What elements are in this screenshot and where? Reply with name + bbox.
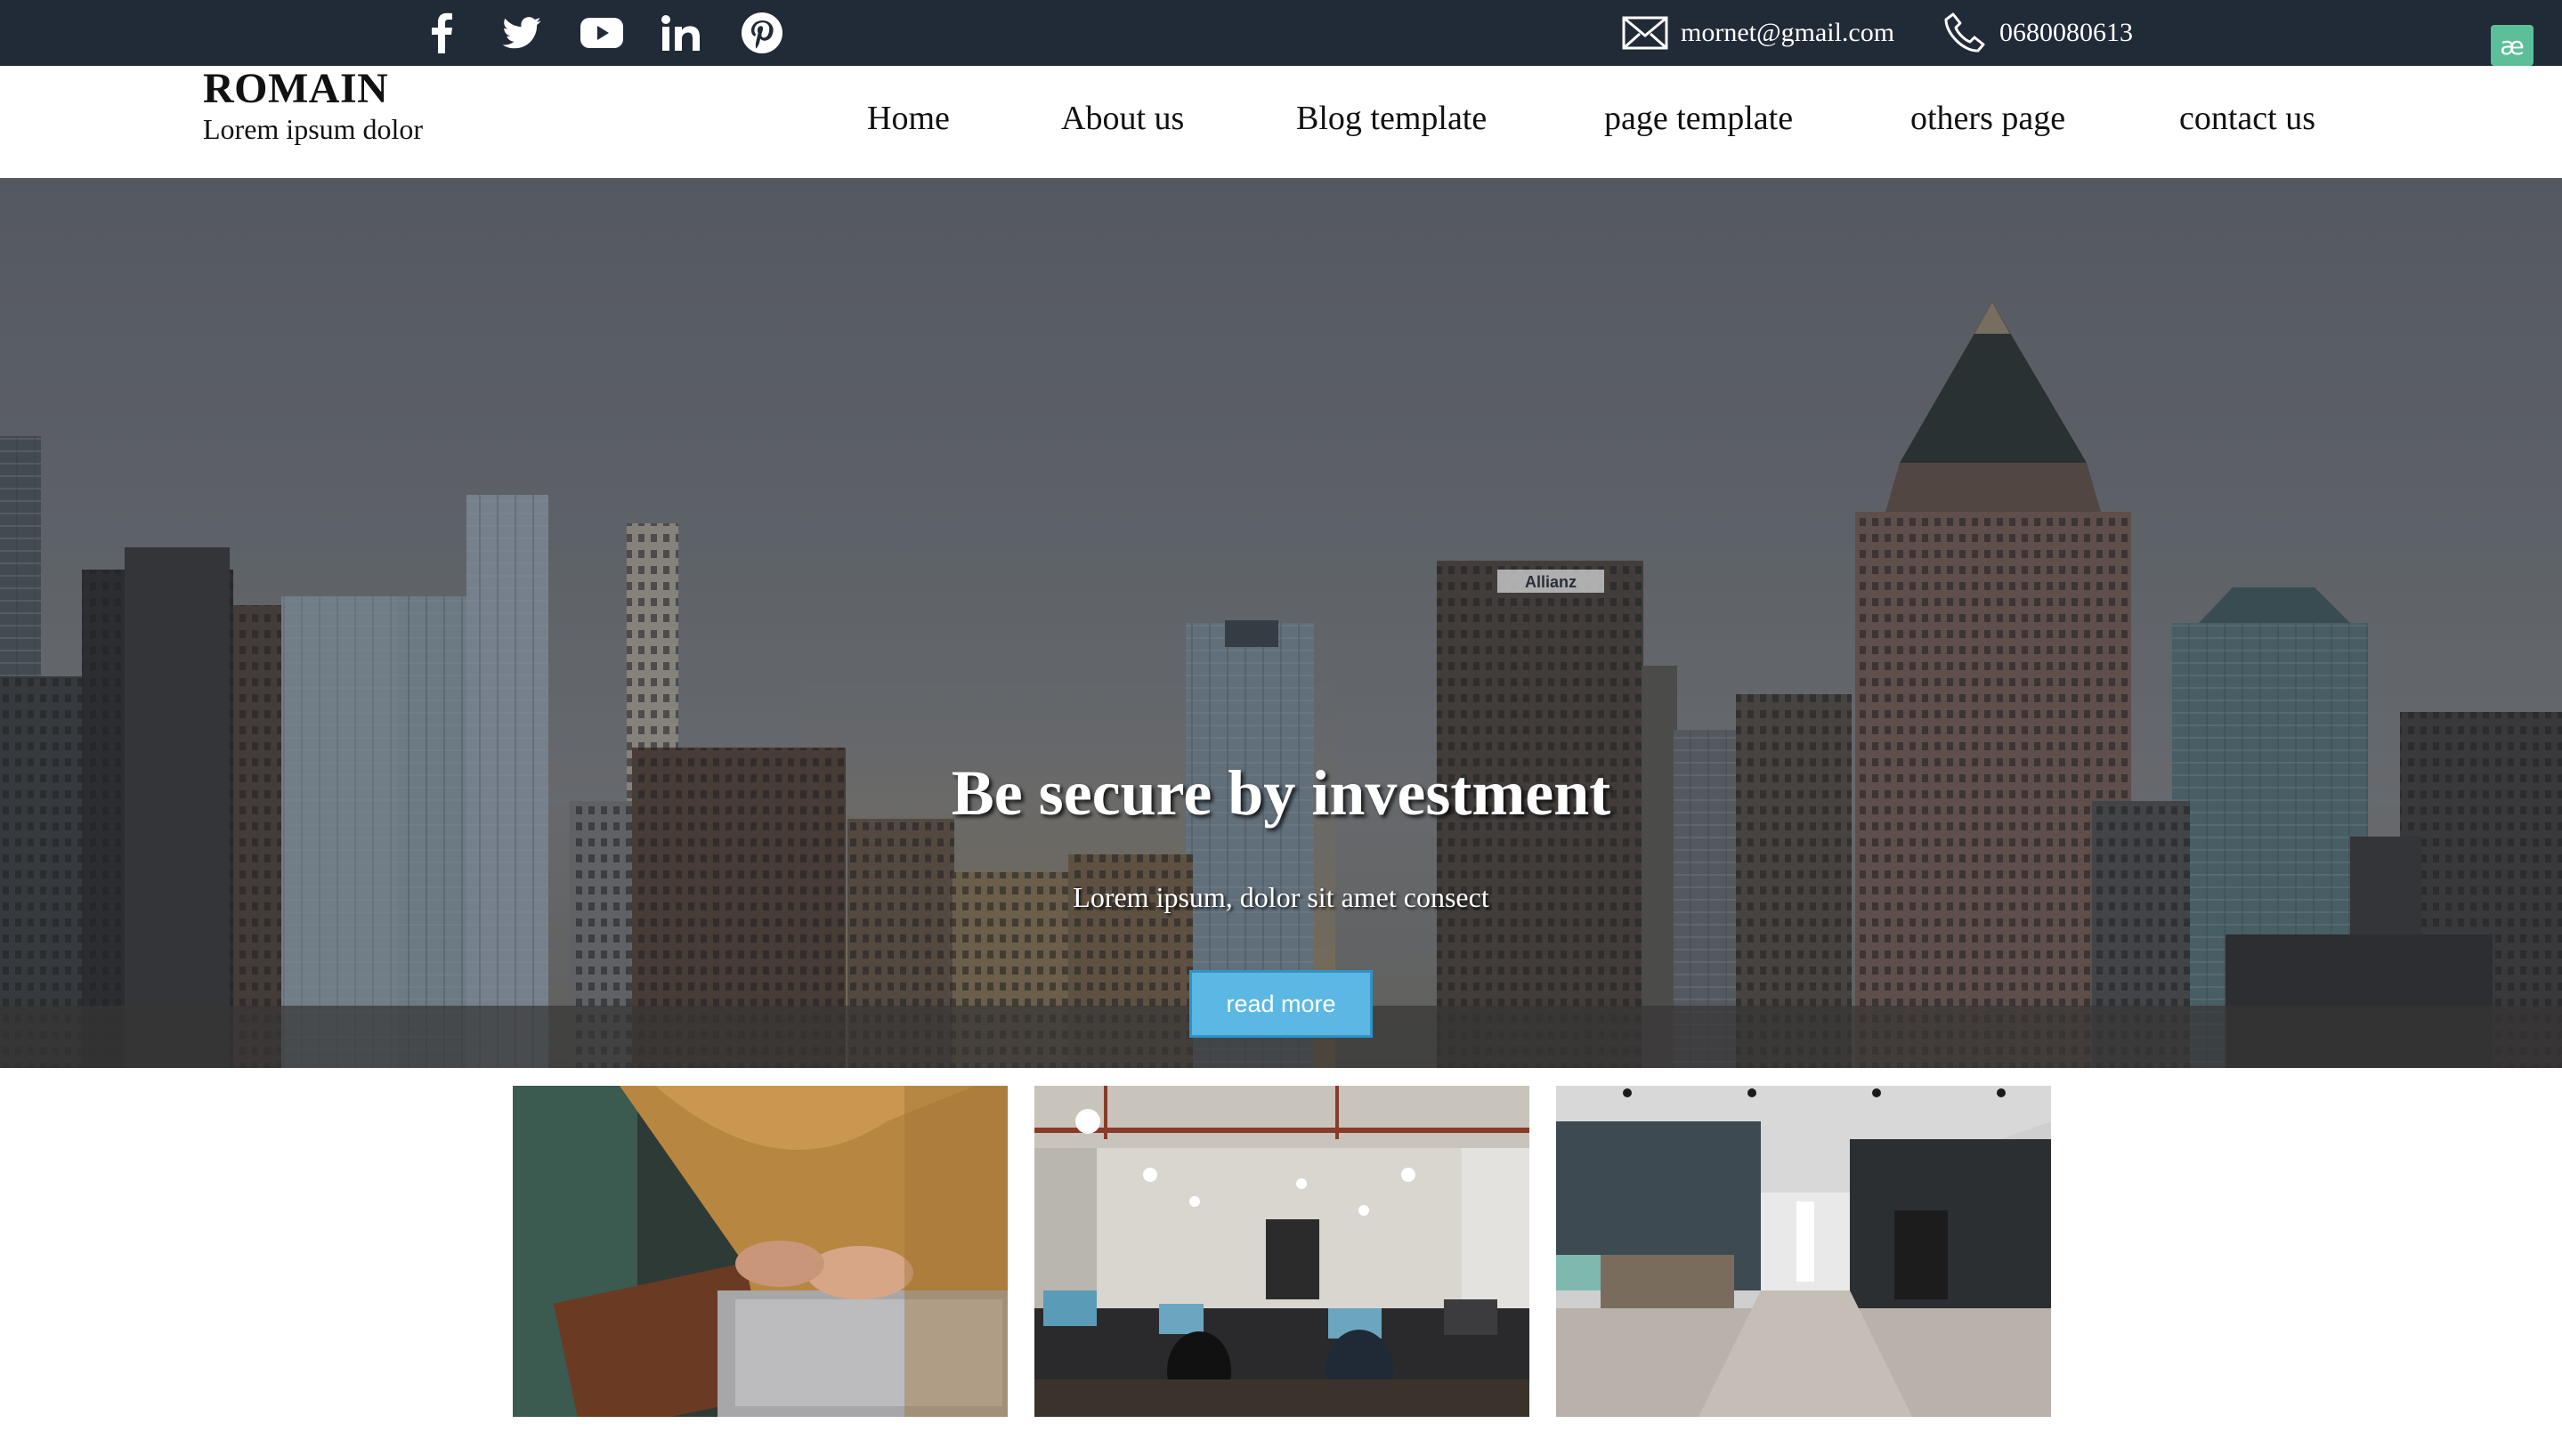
gallery-card-laptop[interactable] [513, 1086, 1008, 1417]
nav-home[interactable]: Home [867, 98, 950, 139]
twitter-icon[interactable] [500, 0, 543, 66]
nav-others-page[interactable]: others page [1910, 98, 2065, 139]
top-bar: mornet@gmail.com 0680080613 æ [0, 0, 2562, 66]
gallery-card-office[interactable] [1034, 1086, 1529, 1417]
nav-blog-template[interactable]: Blog template [1296, 98, 1487, 139]
hero-overlay [0, 178, 2562, 1068]
email-contact[interactable]: mornet@gmail.com [1622, 0, 1894, 66]
hero-title: Be secure by investment [951, 757, 1611, 829]
gallery-card-corridor[interactable] [1556, 1086, 2051, 1417]
phone-text: 0680080613 [1999, 18, 2133, 47]
linkedin-icon[interactable] [661, 0, 701, 66]
nav-contact-us[interactable]: contact us [2179, 98, 2315, 139]
site-header: ROMAIN Lorem ipsum dolor Home About us B… [0, 66, 2562, 178]
nav-page-template[interactable]: page template [1604, 98, 1793, 139]
image-gallery [0, 1068, 2562, 1456]
pinterest-icon[interactable] [741, 0, 783, 66]
extension-badge[interactable]: æ [2491, 25, 2534, 66]
envelope-icon [1622, 16, 1668, 50]
nav-about-us[interactable]: About us [1061, 98, 1184, 139]
corridor-photo [1556, 1086, 2051, 1417]
phone-contact[interactable]: 0680080613 [1942, 0, 2133, 66]
main-nav: Home About us Blog template page templat… [0, 66, 2562, 178]
youtube-icon[interactable] [579, 0, 625, 66]
laptop-photo [513, 1086, 1008, 1417]
read-more-button[interactable]: read more [1189, 970, 1373, 1038]
hero-subtitle: Lorem ipsum, dolor sit amet consect [1073, 881, 1489, 913]
hero-banner: Allianz Be secure by investment Lorem ip… [0, 178, 2562, 1068]
email-text: mornet@gmail.com [1681, 18, 1895, 47]
phone-icon [1944, 12, 1985, 53]
office-photo [1034, 1086, 1529, 1417]
facebook-icon[interactable] [426, 0, 458, 66]
